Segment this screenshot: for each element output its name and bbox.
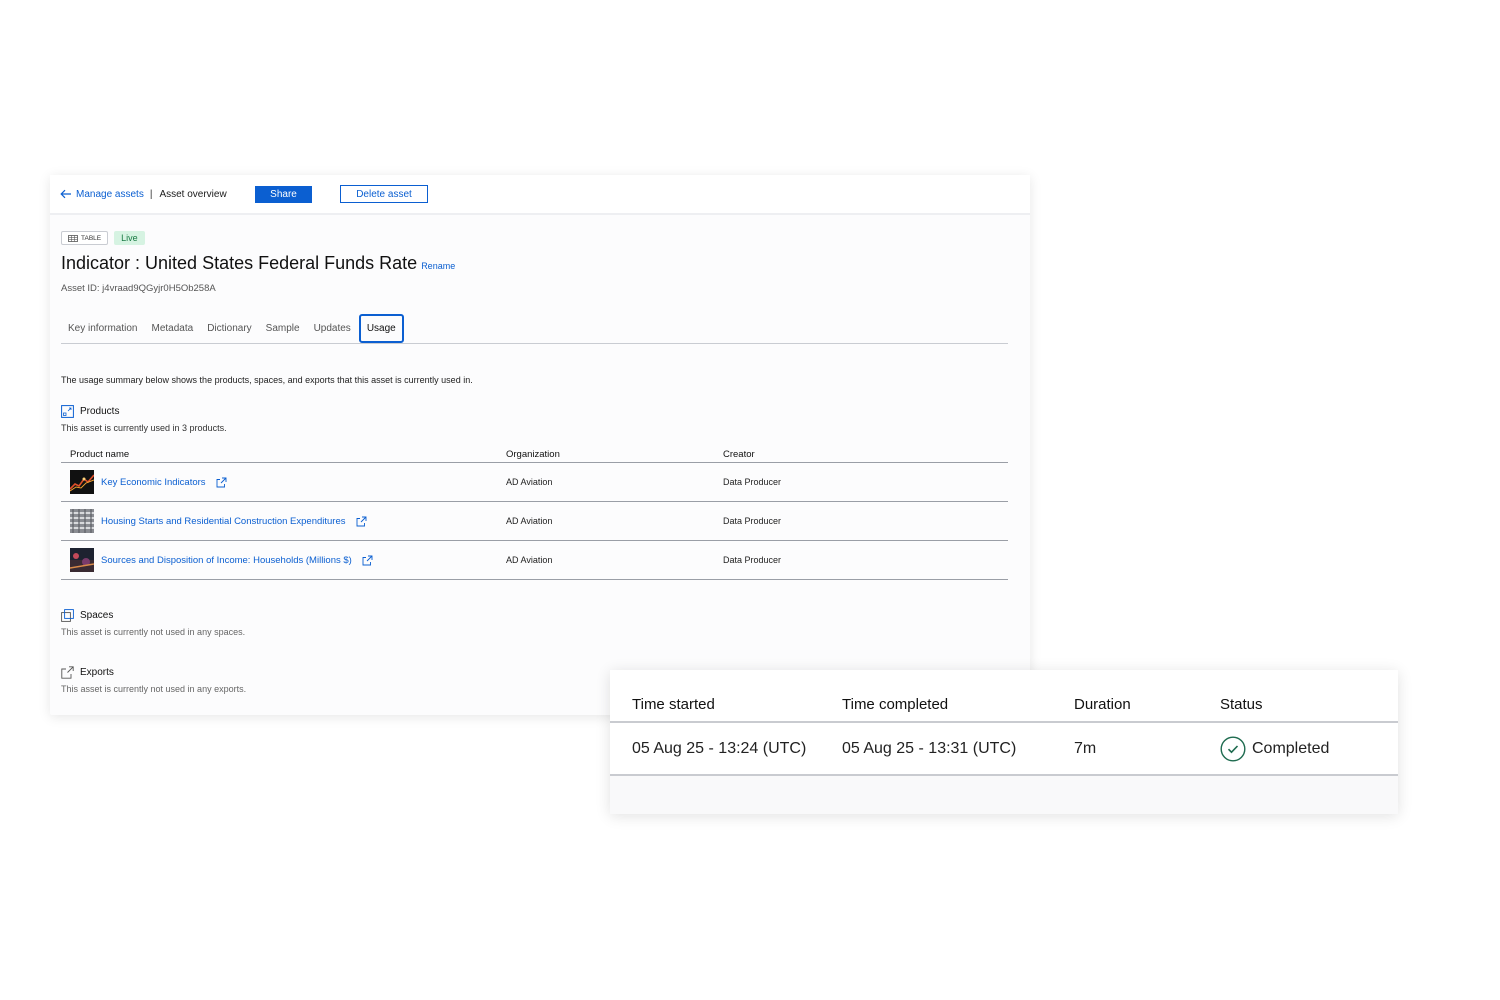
top-bar: Manage assets | Asset overview Share Del… — [50, 175, 1030, 215]
time-completed-cell: 05 Aug 25 - 13:31 (UTC) — [842, 739, 1017, 757]
job-table-header: Time started Time completed Duration Sta… — [610, 670, 1398, 723]
tab-usage[interactable]: Usage — [358, 314, 404, 343]
breadcrumb-current: Asset overview — [159, 188, 227, 200]
share-button[interactable]: Share — [255, 186, 312, 203]
spaces-heading-label: Spaces — [80, 610, 114, 621]
page-title: Indicator : United States Federal Funds … — [61, 253, 418, 273]
type-badge-label: TABLE — [81, 234, 102, 242]
table-row: Sources and Disposition of Income: House… — [61, 541, 1008, 580]
breadcrumb-separator: | — [149, 188, 153, 200]
asset-overview-card: Manage assets | Asset overview Share Del… — [50, 175, 1030, 715]
product-name-cell: Housing Starts and Residential Construct… — [61, 509, 506, 533]
external-link-icon[interactable] — [362, 555, 373, 566]
col-header-time-started: Time started — [632, 696, 715, 713]
creator-cell: Data Producer — [723, 555, 782, 565]
status-label: Completed — [1252, 739, 1330, 757]
asset-content: TABLE Live Indicator : United States Fed… — [61, 231, 1008, 694]
tab-bar: Key information Metadata Dictionary Samp… — [61, 314, 1008, 344]
table-row: Key Economic Indicators AD Aviation Data… — [61, 463, 1008, 502]
product-thumbnail — [70, 509, 94, 533]
product-link[interactable]: Housing Starts and Residential Construct… — [101, 516, 346, 527]
job-history-card: Time started Time completed Duration Sta… — [610, 670, 1398, 814]
tab-sample[interactable]: Sample — [259, 315, 307, 343]
product-name-cell: Key Economic Indicators — [61, 470, 506, 494]
creator-cell: Data Producer — [723, 516, 782, 526]
product-icon — [61, 405, 74, 418]
duration-cell: 7m — [1074, 739, 1097, 757]
col-header-product-name: Product name — [70, 448, 130, 460]
product-link[interactable]: Key Economic Indicators — [101, 477, 206, 488]
product-thumbnail — [70, 470, 94, 494]
spaces-description: This asset is currently not used in any … — [61, 627, 246, 637]
organization-cell: AD Aviation — [506, 516, 553, 526]
badges: TABLE Live — [61, 231, 1008, 245]
creator-cell: Data Producer — [723, 477, 782, 487]
tab-metadata[interactable]: Metadata — [144, 315, 200, 343]
title-row: Indicator : United States Federal Funds … — [61, 253, 1008, 274]
external-link-icon[interactable] — [216, 477, 227, 488]
product-thumbnail — [70, 548, 94, 572]
table-row: Housing Starts and Residential Construct… — [61, 502, 1008, 541]
spaces-icon — [61, 609, 74, 622]
products-heading-label: Products — [80, 406, 120, 417]
table-row: 05 Aug 25 - 13:24 (UTC) 05 Aug 25 - 13:3… — [610, 723, 1398, 776]
exports-heading-label: Exports — [80, 667, 114, 678]
col-header-creator: Creator — [723, 448, 755, 460]
tab-dictionary[interactable]: Dictionary — [200, 315, 258, 343]
products-description: This asset is currently used in 3 produc… — [61, 423, 227, 433]
status-cell: Completed — [1220, 735, 1398, 762]
breadcrumb-manage-assets[interactable]: Manage assets — [76, 189, 144, 200]
products-heading: Products — [61, 405, 1008, 418]
rename-link[interactable]: Rename — [421, 261, 455, 271]
organization-cell: AD Aviation — [506, 555, 553, 565]
organization-cell: AD Aviation — [506, 477, 553, 487]
status-badge: Live — [114, 231, 145, 245]
col-header-organization: Organization — [506, 448, 560, 460]
product-name-cell: Sources and Disposition of Income: House… — [61, 548, 506, 572]
product-link[interactable]: Sources and Disposition of Income: House… — [101, 555, 352, 566]
tab-updates[interactable]: Updates — [307, 315, 358, 343]
usage-summary: The usage summary below shows the produc… — [61, 375, 473, 385]
back-arrow-icon[interactable] — [60, 189, 72, 199]
col-header-duration: Duration — [1074, 696, 1131, 713]
products-table: Product name Organization Creator Key Ec… — [61, 446, 1008, 580]
spaces-heading: Spaces — [61, 609, 1008, 622]
time-started-cell: 05 Aug 25 - 13:24 (UTC) — [632, 739, 807, 757]
tab-key-information[interactable]: Key information — [61, 315, 144, 343]
type-badge: TABLE — [61, 231, 109, 245]
delete-asset-button[interactable]: Delete asset — [340, 185, 428, 203]
table-icon — [68, 234, 78, 242]
asset-id: Asset ID: j4vraad9QGyjr0H5Ob258A — [61, 283, 216, 294]
export-icon — [61, 666, 74, 679]
col-header-time-completed: Time completed — [842, 696, 949, 713]
external-link-icon[interactable] — [356, 516, 367, 527]
col-header-status: Status — [1220, 696, 1263, 713]
products-table-header: Product name Organization Creator — [61, 446, 1008, 463]
check-circle-icon — [1220, 735, 1246, 762]
